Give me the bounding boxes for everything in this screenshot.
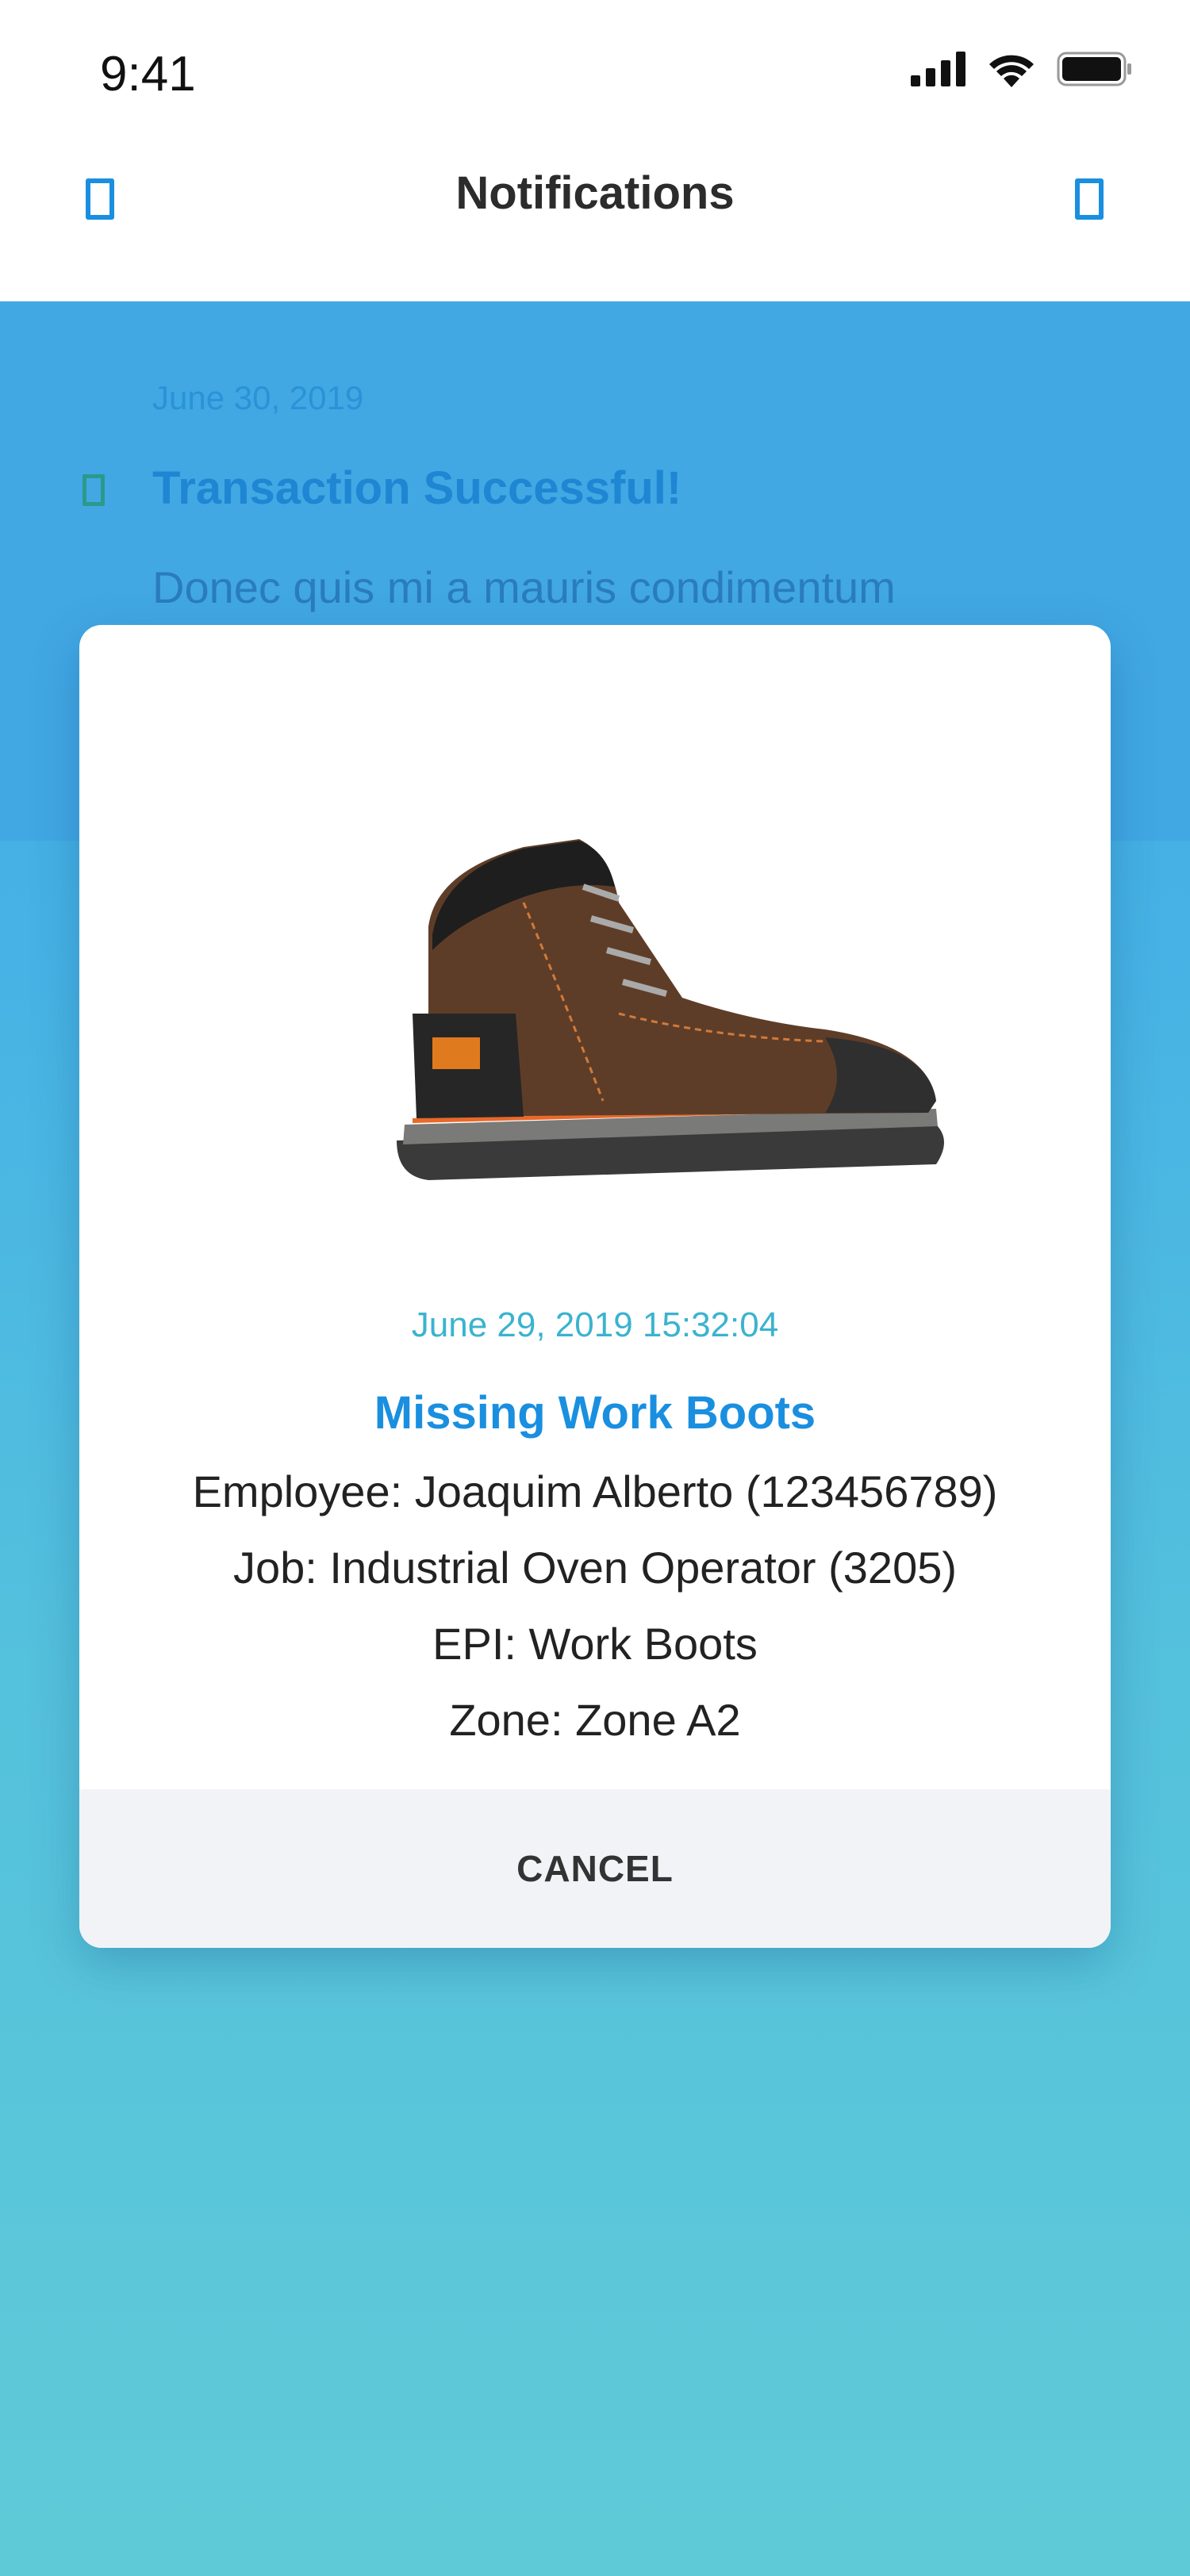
wifi-icon xyxy=(989,55,1034,87)
status-time: 9:41 xyxy=(100,47,196,102)
battery-icon xyxy=(1057,52,1131,86)
detail-job: Job: Industrial Oven Operator (3205) xyxy=(232,1543,958,1593)
action-icon[interactable] xyxy=(1075,178,1104,220)
detail-epi: EPI: Work Boots xyxy=(432,1619,758,1669)
signal-icon xyxy=(911,52,965,86)
modal-footer: CANCEL xyxy=(79,1789,1111,1948)
status-bar: 9:41 xyxy=(0,0,1190,151)
detail-employee: Employee: Joaquim Alberto (123456789) xyxy=(192,1466,998,1516)
modal-title: Missing Work Boots xyxy=(374,1387,816,1439)
notification-icon xyxy=(83,474,105,506)
alert-modal: June 29, 2019 15:32:04 Missing Work Boot… xyxy=(79,625,1111,1948)
modal-timestamp: June 29, 2019 15:32:04 xyxy=(411,1305,779,1344)
detail-zone: Zone: Zone A2 xyxy=(449,1695,741,1745)
page-title: Notifications xyxy=(455,167,735,219)
notification-body: Donec quis mi a mauris condimentum xyxy=(152,562,896,612)
notification-date: June 30, 2019 xyxy=(152,379,364,416)
work-boot-image xyxy=(397,839,944,1180)
notification-title: Transaction Successful! xyxy=(152,462,682,514)
status-icons xyxy=(911,51,1133,87)
cancel-button[interactable]: CANCEL xyxy=(79,1789,1111,1948)
